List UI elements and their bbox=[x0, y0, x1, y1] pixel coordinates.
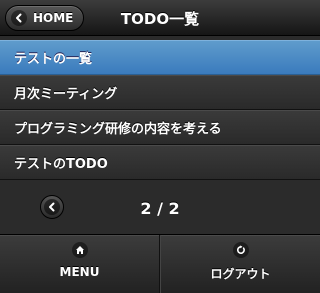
logout-button[interactable]: ログアウト bbox=[160, 235, 320, 293]
logout-button-label: ログアウト bbox=[210, 267, 271, 281]
list-item[interactable]: テストの一覧 bbox=[0, 40, 320, 75]
page-title: TODO一覧 bbox=[120, 10, 200, 28]
menu-button[interactable]: MENU bbox=[0, 235, 160, 293]
page-indicator: 2 / 2 bbox=[140, 199, 180, 218]
footer-nav: MENU ログアウト bbox=[0, 234, 320, 293]
refresh-icon bbox=[232, 242, 249, 258]
list-item[interactable]: テストのTODO bbox=[0, 145, 320, 180]
list-item[interactable]: 月次ミーティング bbox=[0, 75, 320, 110]
list-item-label: 月次ミーティング bbox=[14, 87, 118, 102]
list-item-label: プログラミング研修の内容を考える bbox=[14, 122, 222, 137]
pager: 2 / 2 bbox=[0, 182, 320, 234]
todo-list: テストの一覧 月次ミーティング プログラミング研修の内容を考える テストのTOD… bbox=[0, 40, 320, 180]
list-item[interactable]: プログラミング研修の内容を考える bbox=[0, 110, 320, 145]
home-icon bbox=[71, 242, 88, 258]
list-item-label: テストのTODO bbox=[14, 157, 108, 172]
menu-button-label: MENU bbox=[59, 265, 100, 279]
list-item-label: テストの一覧 bbox=[14, 52, 93, 67]
header-bar: HOME TODO一覧 bbox=[0, 0, 320, 36]
